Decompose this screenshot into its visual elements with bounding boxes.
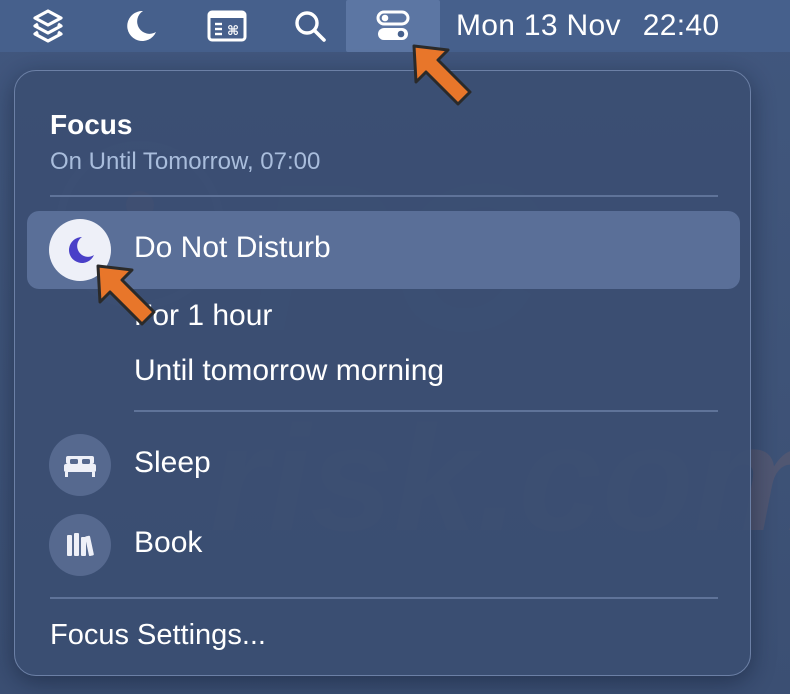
focus-item-label: Book [134,526,203,559]
menubar-clock[interactable]: Mon 13 Nov 22:40 [456,0,719,52]
dnd-option-1-hour[interactable]: For 1 hour [134,299,272,333]
focus-item-book[interactable]: Book [27,508,740,582]
focus-title: Focus [50,109,133,140]
focus-item-do-not-disturb[interactable]: Do Not Disturb [27,211,740,289]
focus-subtitle: On Until Tomorrow, 07:00 [50,148,321,175]
dnd-option-until-morning[interactable]: Until tomorrow morning [134,354,444,388]
focus-item-label: Do Not Disturb [134,231,331,264]
bed-icon[interactable] [49,434,111,496]
control-center-icon [374,7,412,45]
divider [134,410,718,412]
focus-item-label: Sleep [134,446,211,479]
books-icon[interactable] [49,514,111,576]
keyboard-window-icon[interactable]: ⌘ [204,6,250,46]
divider [50,195,718,197]
stack-layers-icon[interactable] [26,6,70,46]
divider [50,597,718,599]
search-icon[interactable] [290,6,330,46]
focus-panel: Focus On Until Tomorrow, 07:00 Do Not Di… [14,70,751,676]
moon-icon[interactable] [118,6,162,46]
menubar-time: 22:40 [642,9,720,42]
control-center-button[interactable] [346,0,440,52]
svg-text:⌘: ⌘ [227,24,239,39]
moon-icon[interactable] [49,219,111,281]
menubar-date: Mon 13 Nov [456,9,621,42]
focus-item-sleep[interactable]: Sleep [27,428,740,502]
menu-bar: ⌘ Mon 13 Nov 22:40 [0,0,790,52]
focus-settings-link[interactable]: Focus Settings... [50,619,266,652]
